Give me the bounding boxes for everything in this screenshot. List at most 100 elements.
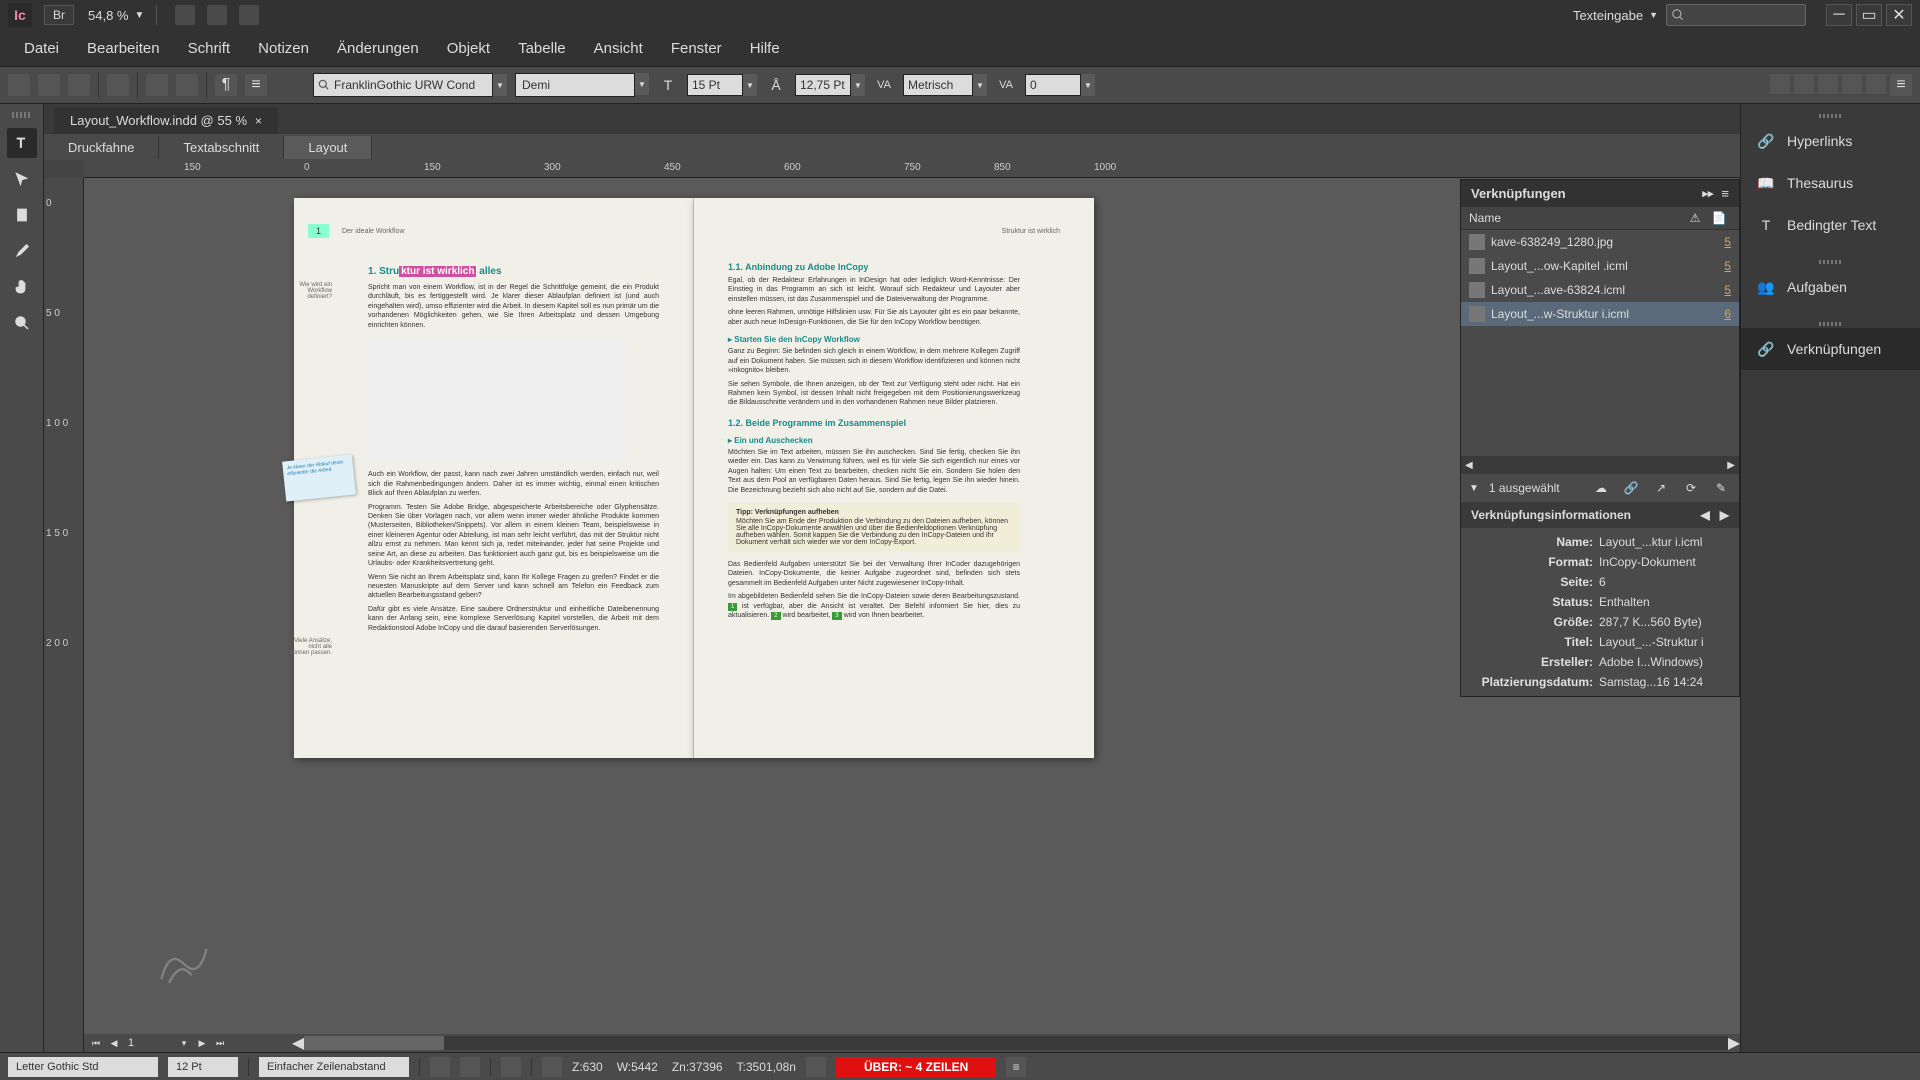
document-tab[interactable]: Layout_Workflow.indd @ 55 % × <box>54 107 278 134</box>
line-spacing-combo[interactable]: Einfacher Zeilenabstand <box>259 1057 409 1077</box>
body-text[interactable]: Möchten Sie im Text arbeiten, müssen Sie… <box>728 448 1020 495</box>
font-style-field[interactable]: Demi <box>515 73 635 97</box>
next-button[interactable]: ▶ <box>1720 508 1729 522</box>
close-button[interactable]: ✕ <box>1886 4 1912 26</box>
align-center-button[interactable] <box>1794 74 1814 94</box>
goto-link-icon[interactable]: ↗ <box>1651 478 1671 498</box>
body-text[interactable]: Dafür gibt es viele Ansätze. Eine sauber… <box>368 605 659 633</box>
link-page[interactable]: 6 <box>1713 307 1731 321</box>
link-row[interactable]: Layout_...w-Struktur i.icml6 <box>1461 302 1739 326</box>
menu-fenster[interactable]: Fenster <box>657 34 736 63</box>
relink-icon[interactable]: 🔗 <box>1621 478 1641 498</box>
heading-1[interactable]: 1. Struktur ist wirklich alles <box>368 266 659 277</box>
align-right-button[interactable] <box>1818 74 1838 94</box>
font-size-field[interactable]: 15 Pt <box>687 74 743 96</box>
body-text[interactable]: Egal, ob der Redakteur Erfahrungen in In… <box>728 276 1020 304</box>
char-style-combo[interactable]: Letter Gothic Std <box>8 1057 158 1077</box>
panel-menu-icon[interactable]: ≡ <box>1890 74 1912 96</box>
heading-2[interactable]: 1.2. Beide Programme im Zusammenspiel <box>728 418 1020 428</box>
columns-icon[interactable] <box>430 1057 450 1077</box>
update-link-icon[interactable]: ⟳ <box>1681 478 1701 498</box>
align-left-button[interactable] <box>1770 74 1790 94</box>
next-page-button[interactable]: ▶ <box>194 1036 210 1050</box>
body-text[interactable]: Das Bedienfeld Aufgaben unterstützt Sie … <box>728 560 1020 588</box>
menu-tabelle[interactable]: Tabelle <box>504 34 580 63</box>
body-text[interactable]: Im abgebildeten Bedienfeld sehen Sie die… <box>728 592 1020 620</box>
rail-item-thesaurus[interactable]: 📖Thesaurus <box>1741 162 1920 204</box>
zoom-tool[interactable] <box>7 308 37 338</box>
collapse-icon[interactable]: ▸▸ <box>1702 187 1713 200</box>
align-justify-all-button[interactable] <box>1866 74 1886 94</box>
panel-menu-icon[interactable]: ≡ <box>1721 186 1729 201</box>
print-icon[interactable] <box>107 74 129 96</box>
chevron-down-icon[interactable]: ▼ <box>1469 483 1479 494</box>
size-combo[interactable]: 12 Pt <box>168 1057 238 1077</box>
menu-datei[interactable]: Datei <box>10 34 73 63</box>
position-tool[interactable] <box>7 164 37 194</box>
find-icon[interactable] <box>146 74 168 96</box>
new-doc-icon[interactable] <box>8 74 30 96</box>
body-text[interactable]: ohne leeren Rahmen, unnötige Hilfslinien… <box>728 308 1020 327</box>
menu-schrift[interactable]: Schrift <box>174 34 245 63</box>
view-options-icon[interactable] <box>207 5 227 25</box>
columns-icon2[interactable] <box>460 1057 480 1077</box>
eyedropper-tool[interactable] <box>7 236 37 266</box>
chevron-down-icon[interactable]: ▼ <box>851 74 865 96</box>
workspace-switcher[interactable]: Texteingabe ▼ <box>1573 8 1658 23</box>
rail-item-aufgaben[interactable]: 👥Aufgaben <box>1741 266 1920 308</box>
leading-field[interactable]: 12,75 Pt <box>795 74 851 96</box>
minimize-button[interactable]: ─ <box>1826 4 1852 26</box>
link-row[interactable]: kave-638249_1280.jpg5 <box>1461 230 1739 254</box>
link-page[interactable]: 5 <box>1713 259 1731 273</box>
close-icon[interactable]: × <box>255 114 262 128</box>
menu-icon[interactable]: ≡ <box>245 74 267 96</box>
scroll-right-button[interactable]: ▶ <box>1728 1033 1740 1053</box>
screen-mode-icon[interactable] <box>175 5 195 25</box>
type-tool[interactable]: T <box>7 128 37 158</box>
chevron-down-icon[interactable]: ▾ <box>176 1036 192 1050</box>
menu-hilfe[interactable]: Hilfe <box>736 34 794 63</box>
image-placeholder[interactable] <box>368 340 628 460</box>
horizontal-scrollbar[interactable] <box>304 1036 1727 1050</box>
body-text[interactable]: Programm. Testen Sie Adobe Bridge, abges… <box>368 503 659 569</box>
menu-ansicht[interactable]: Ansicht <box>580 34 657 63</box>
menu-notizen[interactable]: Notizen <box>244 34 323 63</box>
link-row[interactable]: Layout_...ave-63824.icml5 <box>1461 278 1739 302</box>
link-row[interactable]: Layout_...ow-Kapitel .icml5 <box>1461 254 1739 278</box>
heading-3[interactable]: ▸ Starten Sie den InCopy Workflow <box>728 335 1020 344</box>
font-family-field[interactable]: FranklinGothic URW Cond <box>313 73 493 97</box>
menu-icon[interactable]: ≡ <box>1006 1057 1026 1077</box>
relink-cc-icon[interactable]: ☁ <box>1591 478 1611 498</box>
view-tab-layout[interactable]: Layout <box>284 136 372 159</box>
link-page[interactable]: 5 <box>1713 235 1731 249</box>
arrange-docs-icon[interactable] <box>239 5 259 25</box>
chevron-down-icon[interactable]: ▼ <box>1081 74 1095 96</box>
body-text[interactable]: Spricht man von einem Workflow, ist in d… <box>368 283 659 330</box>
align-justify-button[interactable] <box>1842 74 1862 94</box>
sticky-note[interactable]: Je klarer der Ablauf desto effizienter d… <box>282 454 356 501</box>
pilcrow-icon[interactable]: ¶ <box>215 74 237 96</box>
chevron-down-icon[interactable]: ▼ <box>635 73 649 95</box>
maximize-button[interactable]: ▭ <box>1856 4 1882 26</box>
chevron-down-icon[interactable]: ▼ <box>973 74 987 96</box>
scroll-left-button[interactable]: ◀ <box>1465 460 1473 471</box>
view-tab-druckfahne[interactable]: Druckfahne <box>44 136 159 159</box>
search-input[interactable] <box>1666 4 1806 26</box>
heading-2[interactable]: 1.1. Anbindung zu Adobe InCopy <box>728 262 1020 272</box>
tracking-field[interactable]: 0 <box>1025 74 1081 96</box>
body-text[interactable]: Auch ein Workflow, der passt, kann nach … <box>368 470 659 498</box>
edit-original-icon[interactable]: ✎ <box>1711 478 1731 498</box>
first-page-button[interactable]: ⏮ <box>88 1036 104 1050</box>
bridge-button[interactable]: Br <box>44 5 74 25</box>
prev-button[interactable]: ◀ <box>1701 508 1710 522</box>
heading-3[interactable]: ▸ Ein und Auschecken <box>728 436 1020 445</box>
chevron-down-icon[interactable]: ▼ <box>743 74 757 96</box>
view-tab-textabschnitt[interactable]: Textabschnitt <box>159 136 284 159</box>
link-page[interactable]: 5 <box>1713 283 1731 297</box>
body-text[interactable]: Wenn Sie nicht an Ihrem Arbeitsplatz sin… <box>368 573 659 601</box>
hand-tool[interactable] <box>7 272 37 302</box>
rail-item-verknüpfungen[interactable]: 🔗Verknüpfungen <box>1741 328 1920 370</box>
panel-grip[interactable] <box>12 112 32 118</box>
kerning-field[interactable]: Metrisch <box>903 74 973 96</box>
links-panel[interactable]: Verknüpfungen ▸▸ ≡ Name ⚠ 📄 kave-638249_… <box>1460 179 1740 697</box>
